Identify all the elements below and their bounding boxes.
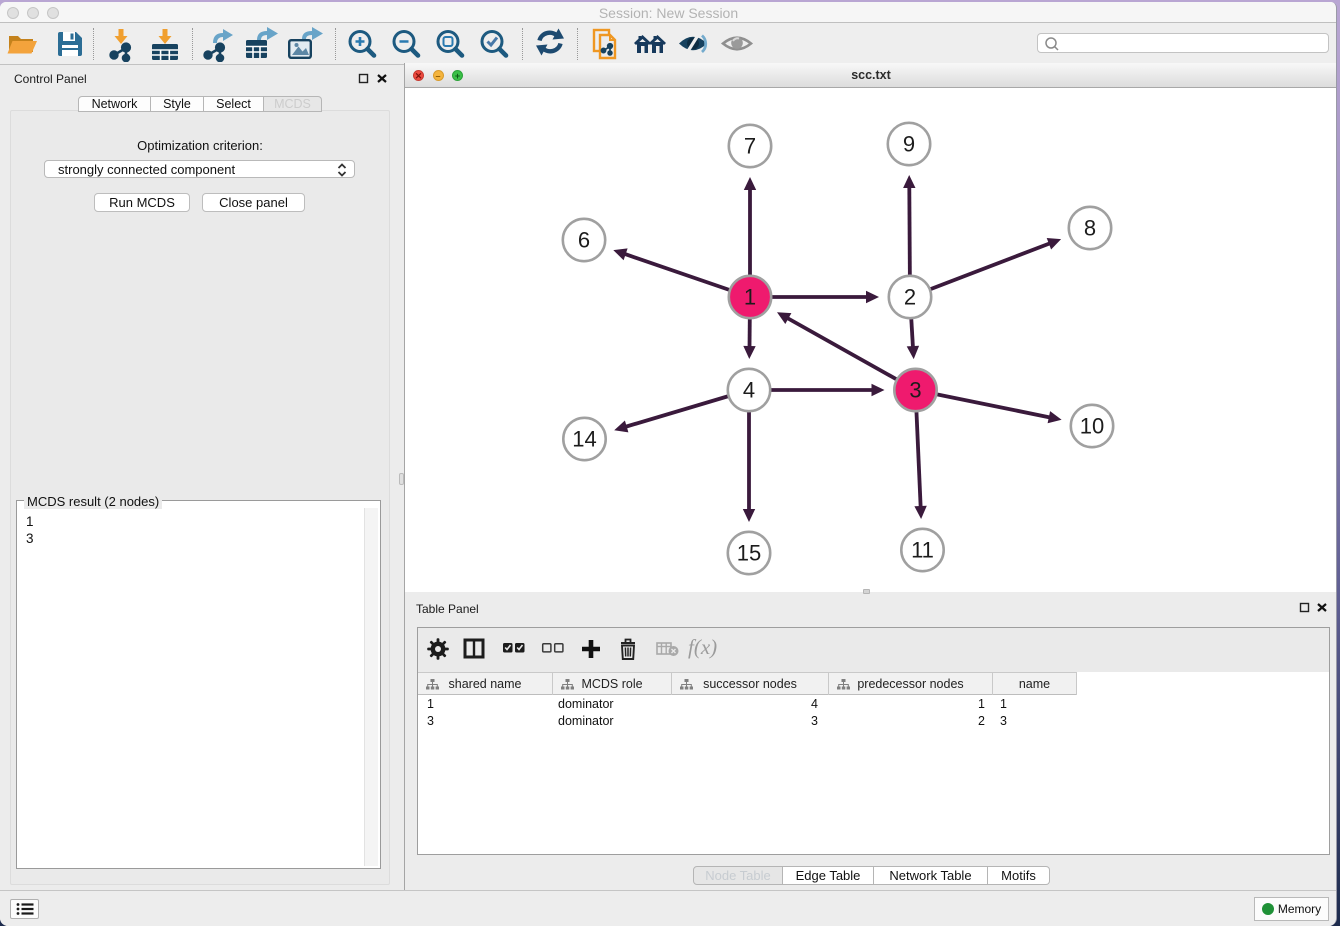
svg-text:2: 2 bbox=[904, 285, 916, 310]
svg-text:15: 15 bbox=[737, 541, 761, 566]
svg-text:10: 10 bbox=[1080, 414, 1104, 439]
svg-text:6: 6 bbox=[578, 228, 590, 253]
svg-text:8: 8 bbox=[1084, 216, 1096, 241]
svg-text:7: 7 bbox=[744, 134, 756, 159]
svg-text:14: 14 bbox=[572, 427, 596, 452]
svg-text:9: 9 bbox=[903, 132, 915, 157]
svg-text:4: 4 bbox=[743, 378, 755, 403]
svg-text:3: 3 bbox=[909, 378, 921, 403]
svg-text:1: 1 bbox=[744, 285, 756, 310]
svg-text:11: 11 bbox=[911, 538, 934, 563]
